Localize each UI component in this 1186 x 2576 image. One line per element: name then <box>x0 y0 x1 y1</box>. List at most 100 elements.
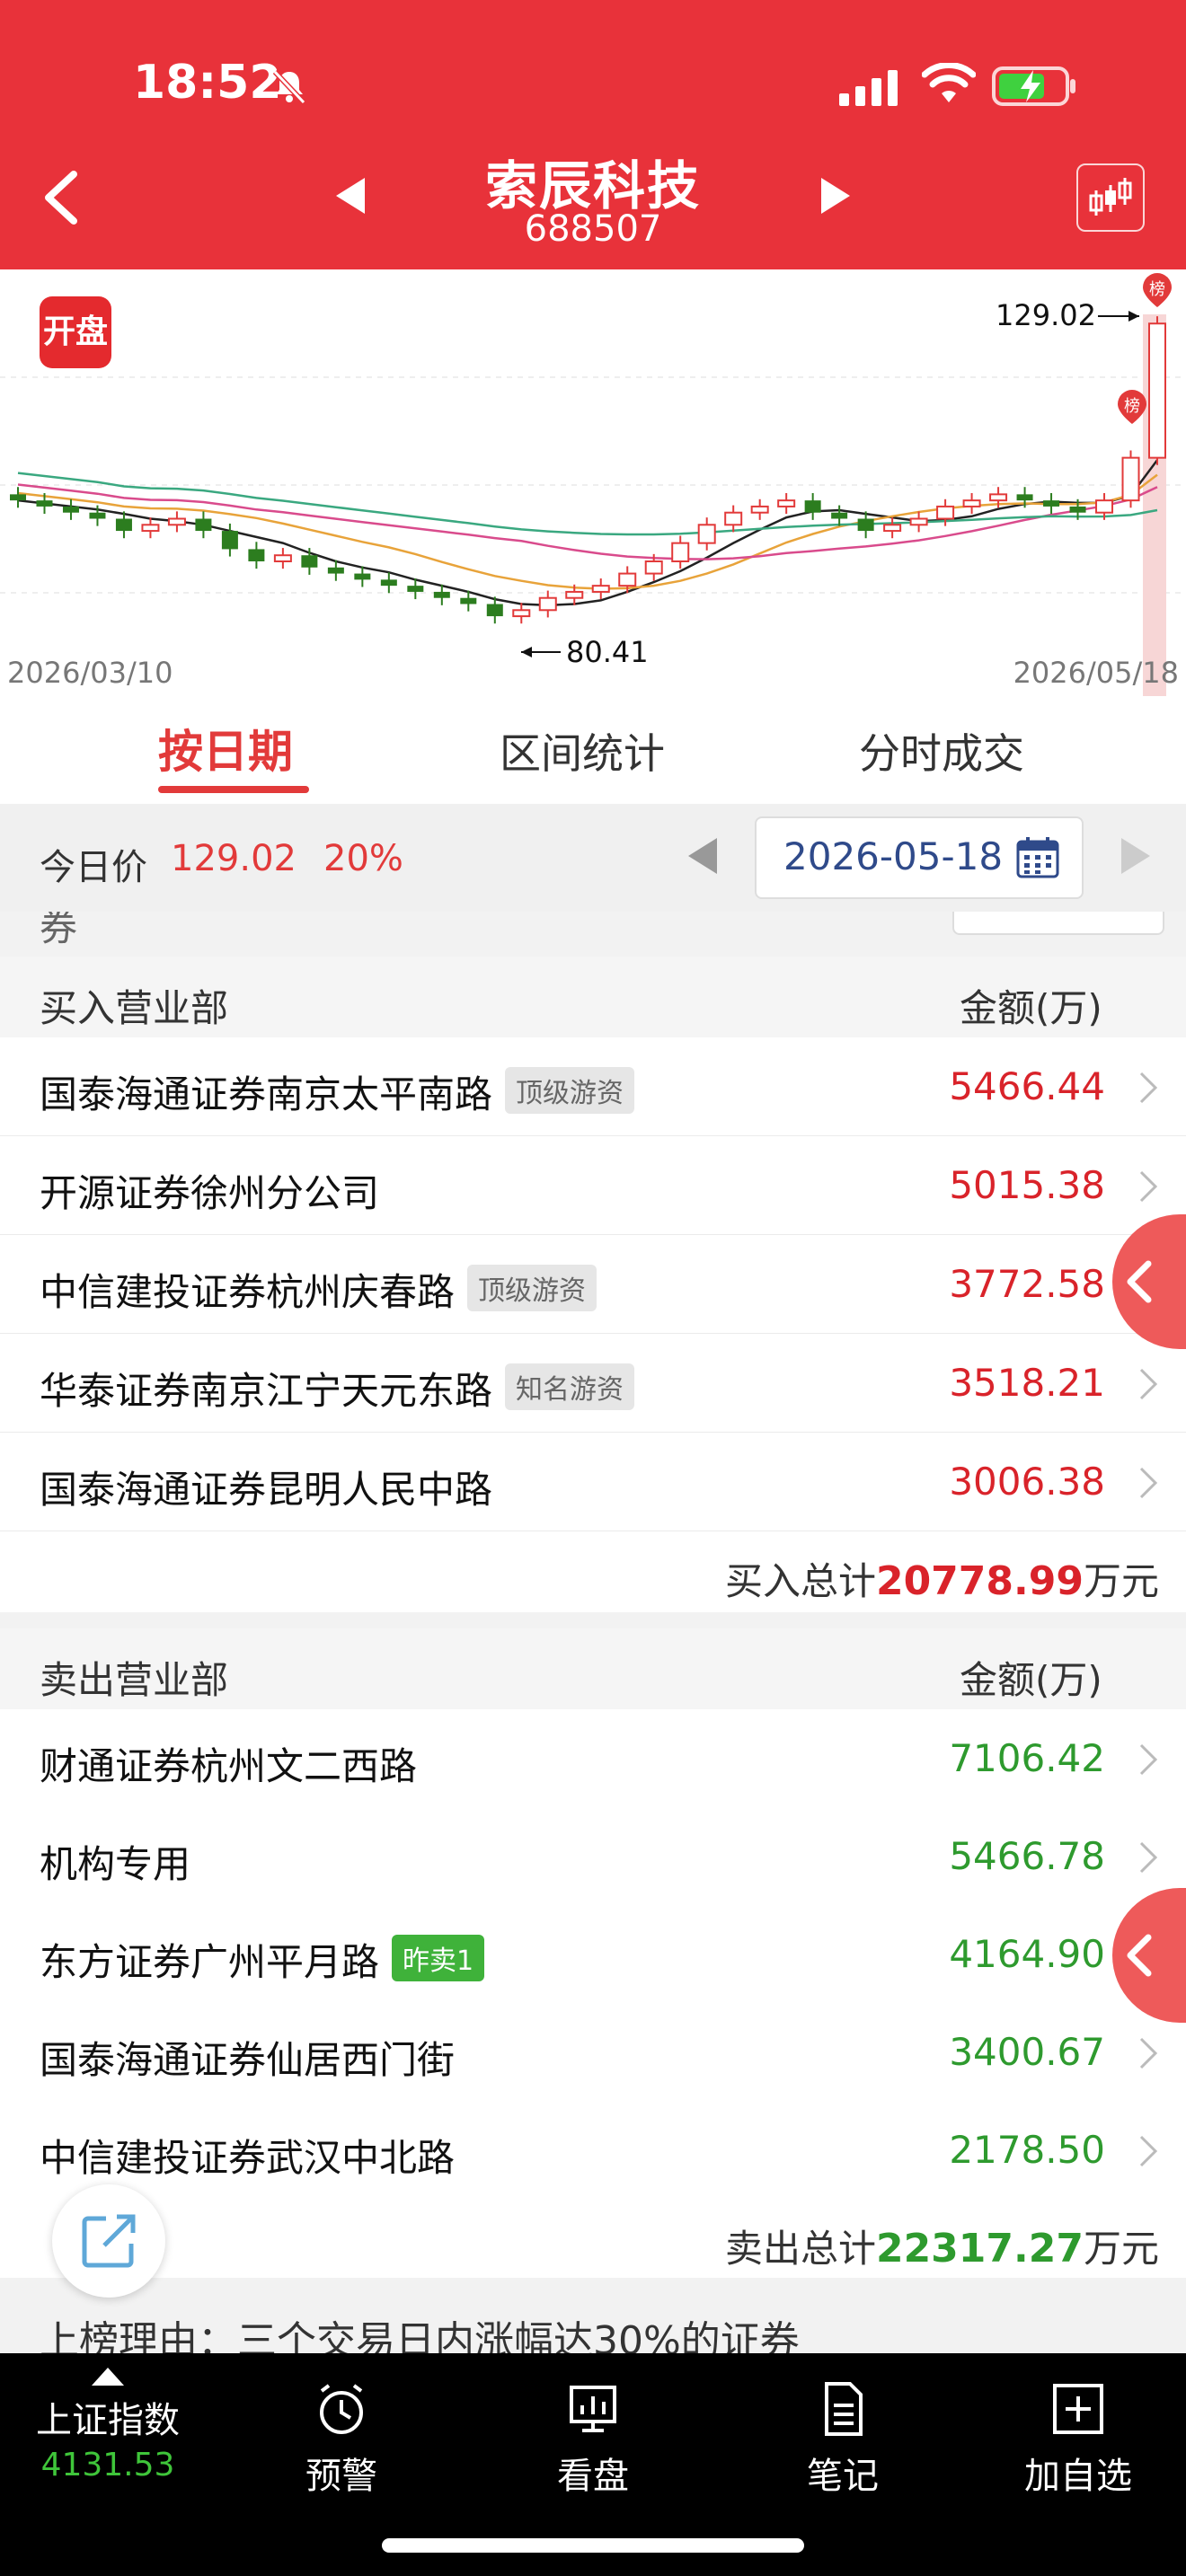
share-button[interactable] <box>52 2184 165 2298</box>
buy-row[interactable]: 中信建投证券杭州庆春路 顶级游资 3772.58 <box>0 1235 1186 1335</box>
candlestick-icon <box>1089 178 1132 216</box>
kaipan-badge[interactable]: 开盘 <box>40 296 111 368</box>
side-collapse-button[interactable] <box>1112 1888 1186 2023</box>
sell-total-unit: 万元 <box>1083 2227 1159 2271</box>
branch-name: 财通证券杭州文二西路 <box>40 1744 418 1788</box>
branch-tag: 知名游资 <box>505 1363 635 1410</box>
caret-up-icon <box>92 2368 124 2386</box>
tab-tick-trades[interactable]: 分时成交 <box>859 721 1024 781</box>
sell-row[interactable]: 财通证券杭州文二西路 7106.42 <box>0 1709 1186 1809</box>
branch-name: 华泰证券南京江宁天元东路 <box>40 1369 493 1413</box>
sell-header-amount: 金额(万) <box>960 1658 1102 1702</box>
buy-row[interactable]: 华泰证券南京江宁天元东路 知名游资 3518.21 <box>0 1334 1186 1434</box>
document-icon <box>825 2382 863 2436</box>
branch-name: 东方证券广州平月路 <box>40 1940 380 1984</box>
kline-chart[interactable]: 榜 榜 129.02 80.41 2026/03/10 2026/05/18 <box>0 269 1186 696</box>
candle-body <box>221 531 238 550</box>
ma60-line <box>17 472 1158 536</box>
buy-amount: 3006.38 <box>949 1460 1105 1504</box>
next-date-button[interactable] <box>1118 836 1154 876</box>
ma10-line <box>17 473 1158 590</box>
chevron-right-icon <box>1139 1368 1158 1400</box>
wifi-icon <box>922 63 976 102</box>
chevron-right-icon <box>1139 1467 1158 1499</box>
branch-tag: 顶级游资 <box>467 1265 597 1311</box>
buy-row[interactable]: 开源证券徐州分公司 5015.38 <box>0 1136 1186 1236</box>
branch-name: 中信建投证券武汉中北路 <box>40 2136 456 2180</box>
nav-index-label: 上证指数 <box>36 2400 180 2441</box>
buy-total: 买入总计20778.99万元 <box>0 1531 1186 1612</box>
candle-body <box>195 518 212 532</box>
candle-body <box>644 560 663 575</box>
today-price-value: 129.02 <box>171 838 296 879</box>
branch-name: 国泰海通证券昆明人民中路 <box>40 1468 493 1512</box>
candle-body <box>89 512 106 519</box>
prev-stock-button[interactable] <box>332 176 368 216</box>
branch-name: 国泰海通证券仙居西门街 <box>40 2038 456 2082</box>
buy-total-label: 买入总计 <box>724 1559 876 1603</box>
header: 18:52 索辰科技 688507 <box>0 0 1186 269</box>
sell-header: 卖出营业部 金额(万) <box>0 1628 1186 1711</box>
candle-body <box>936 505 955 520</box>
next-stock-button[interactable] <box>818 176 854 216</box>
sell-total: 卖出总计22317.27万元 <box>0 2199 1186 2280</box>
listing-reason: 上榜理由：三个交易日内涨幅达30%的证券 <box>0 2278 1186 2353</box>
sell-row[interactable]: 国泰海通证券仙居西门街 3400.67 <box>0 2003 1186 2103</box>
sell-amount: 7106.42 <box>949 1736 1105 1780</box>
buy-row[interactable]: 国泰海通证券南京太平南路 顶级游资 5466.44 <box>0 1037 1186 1137</box>
sell-header-title: 卖出营业部 <box>40 1658 229 1702</box>
nav-add-watchlist[interactable]: 加自选 <box>997 2380 1159 2499</box>
status-time: 18:52 <box>133 56 282 110</box>
sell-row[interactable]: 机构专用 5466.78 <box>0 1807 1186 1907</box>
candle-body <box>1016 494 1033 501</box>
tab-bar: 按日期 区间统计 分时成交 <box>0 696 1186 804</box>
candle-body <box>460 597 477 604</box>
buy-total-unit: 万元 <box>1083 1559 1159 1603</box>
date-value: 2026-05-18 <box>783 834 1004 878</box>
sell-row[interactable]: 东方证券广州平月路 昨卖1 4164.90 <box>0 1905 1186 2005</box>
tab-by-date[interactable]: 按日期 <box>158 716 293 781</box>
candle-body <box>777 499 796 507</box>
nav-alert[interactable]: 预警 <box>261 2380 422 2499</box>
candle-body <box>750 505 769 514</box>
today-price-label: 今日价 <box>40 847 147 888</box>
today-price-change: 20% <box>323 838 403 879</box>
candle-body <box>486 604 503 617</box>
buy-amount: 3518.21 <box>949 1361 1105 1405</box>
back-button[interactable] <box>36 162 90 234</box>
buy-section: 买入营业部 金额(万) 国泰海通证券南京太平南路 顶级游资 5466.44 开源证… <box>0 957 1186 1612</box>
candle-body <box>831 512 848 519</box>
nav-notes[interactable]: 笔记 <box>762 2380 924 2499</box>
buy-header-amount: 金额(万) <box>960 986 1102 1030</box>
candle-body <box>697 524 716 544</box>
nav-watch[interactable]: 看盘 <box>512 2380 674 2499</box>
sell-row[interactable]: 中信建投证券武汉中北路 2178.50 <box>0 2101 1186 2201</box>
kline-chart-button[interactable] <box>1076 163 1145 232</box>
calendar-icon <box>1016 837 1059 878</box>
buy-amount: 5015.38 <box>949 1163 1105 1207</box>
alarm-clock-icon <box>320 2384 363 2434</box>
plus-box-icon <box>1053 2384 1103 2434</box>
candle-body <box>10 494 26 501</box>
date-picker[interactable]: 2026-05-18 <box>755 816 1084 899</box>
kline-chart-svg: 榜 榜 129.02 80.41 2026/03/10 2026/05/18 <box>0 273 1186 696</box>
candle-body <box>167 517 186 526</box>
nav-add-watchlist-label: 加自选 <box>1024 2456 1132 2497</box>
side-collapse-button[interactable] <box>1112 1214 1186 1349</box>
tab-range-stats[interactable]: 区间统计 <box>500 721 665 781</box>
candle-body <box>512 609 531 618</box>
buy-amount: 5466.44 <box>949 1064 1105 1108</box>
candle-body <box>62 506 79 513</box>
candle-body <box>989 493 1008 502</box>
signal-icon <box>839 70 898 106</box>
nav-notes-label: 笔记 <box>807 2456 879 2497</box>
buy-total-value: 20778.99 <box>875 1558 1084 1604</box>
prev-date-button[interactable] <box>685 836 721 876</box>
buy-row[interactable]: 国泰海通证券昆明人民中路 3006.38 <box>0 1433 1186 1532</box>
nav-index[interactable]: 上证指数 4131.53 <box>27 2366 189 2483</box>
candle-body <box>857 518 874 532</box>
chart-end-date: 2026/05/18 <box>1013 656 1179 690</box>
candle-body <box>248 549 265 561</box>
tab-underline <box>158 786 309 793</box>
nav-index-value: 4131.53 <box>40 2447 175 2483</box>
